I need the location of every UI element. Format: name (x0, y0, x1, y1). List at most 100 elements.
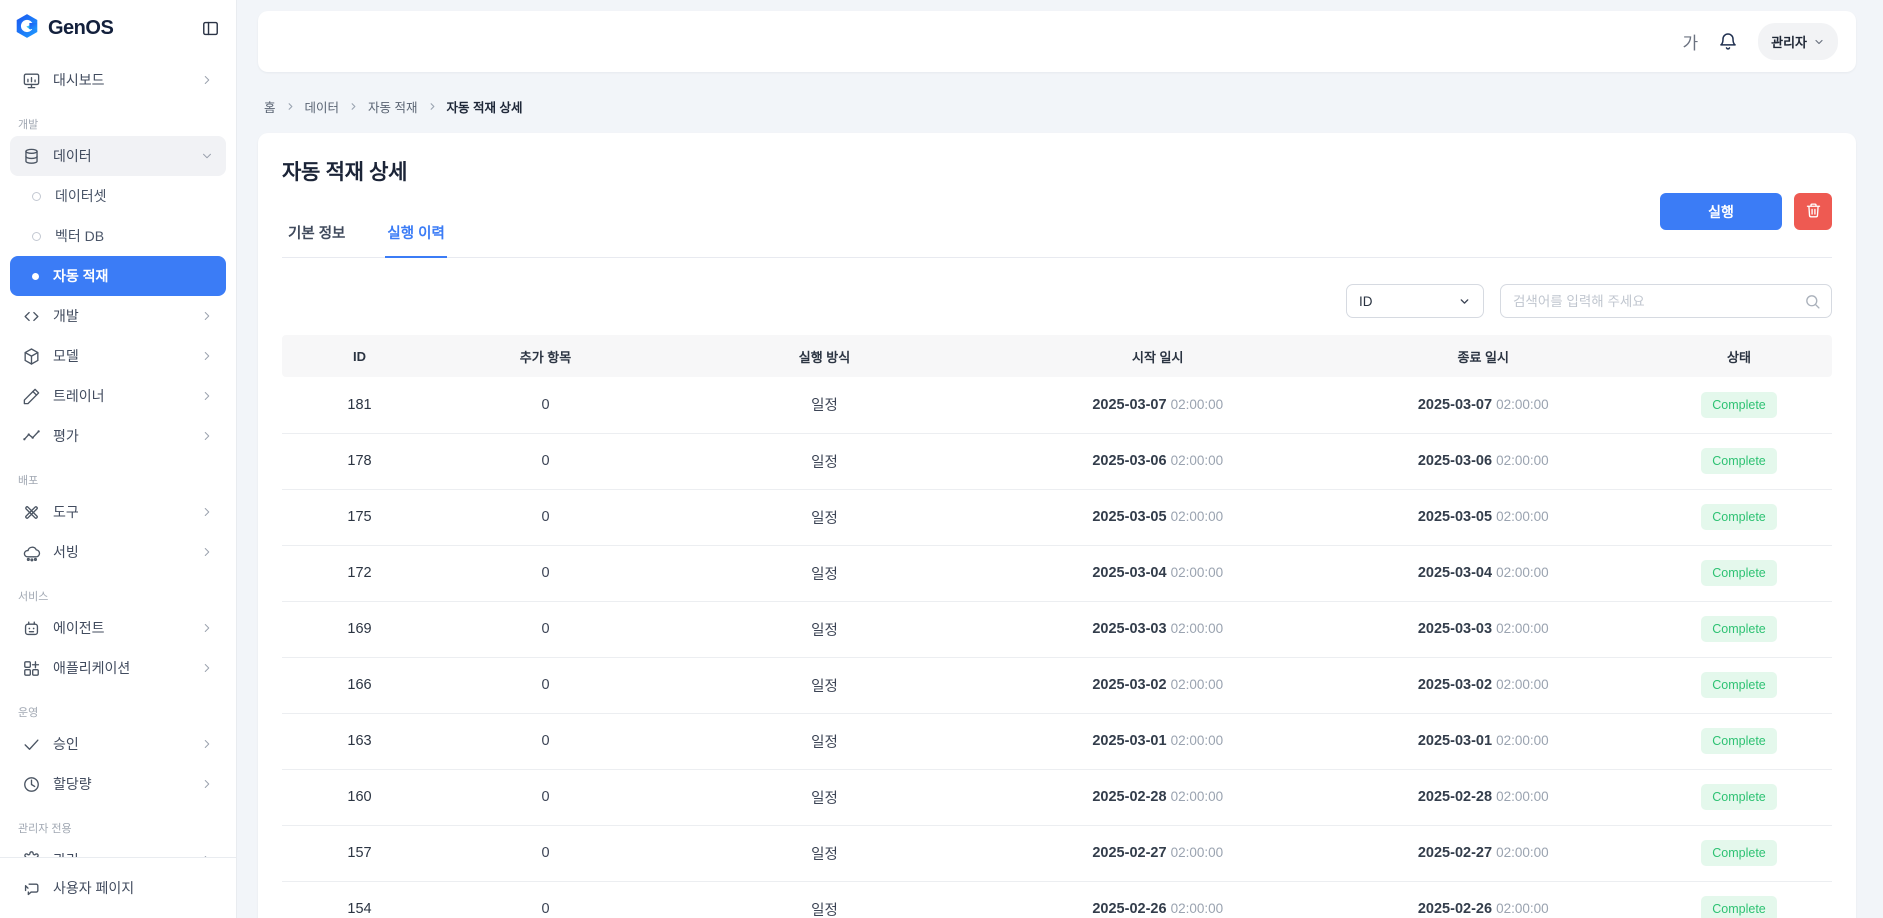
sidebar-item-label: 대시보드 (53, 70, 188, 90)
genos-logo-icon (14, 12, 40, 45)
sidebar-subitem-자동 적재[interactable]: 자동 적재 (10, 256, 226, 296)
sidebar-item-할당량[interactable]: 할당량 (10, 764, 226, 804)
table-row[interactable]: 166 0 일정 2025-03-02 02:00:00 2025-03-02 … (282, 657, 1832, 713)
chevron-right-icon (200, 429, 214, 443)
sidebar-item-label: 개발 (53, 306, 188, 326)
status-badge: Complete (1701, 840, 1777, 866)
sidebar-subitem-벡터 DB[interactable]: 벡터 DB (10, 216, 226, 256)
column-header: 시작 일시 (995, 335, 1321, 377)
breadcrumb-item[interactable]: 데이터 (305, 97, 340, 116)
sidebar-item-label: 승인 (53, 734, 188, 754)
cell-added-items: 0 (437, 377, 654, 433)
bullet-icon (32, 232, 41, 241)
serving-icon (22, 543, 41, 562)
table-row[interactable]: 175 0 일정 2025-03-05 02:00:00 2025-03-05 … (282, 489, 1832, 545)
cell-start-datetime: 2025-02-27 02:00:00 (995, 825, 1321, 881)
tab-기본 정보[interactable]: 기본 정보 (286, 210, 347, 258)
cell-method: 일정 (654, 769, 995, 825)
sidebar-item-애플리케이션[interactable]: 애플리케이션 (10, 648, 226, 688)
sidebar-item-대시보드[interactable]: 대시보드 (10, 60, 226, 100)
column-header: 상태 (1646, 335, 1832, 377)
cell-end-datetime: 2025-02-28 02:00:00 (1321, 769, 1647, 825)
table-row[interactable]: 169 0 일정 2025-03-03 02:00:00 2025-03-03 … (282, 601, 1832, 657)
cell-method: 일정 (654, 825, 995, 881)
page-title: 자동 적재 상세 (282, 156, 1832, 186)
table-row[interactable]: 181 0 일정 2025-03-07 02:00:00 2025-03-07 … (282, 377, 1832, 433)
sidebar-header: GenOS (0, 0, 236, 56)
table-row[interactable]: 160 0 일정 2025-02-28 02:00:00 2025-02-28 … (282, 769, 1832, 825)
table-row[interactable]: 157 0 일정 2025-02-27 02:00:00 2025-02-27 … (282, 825, 1832, 881)
sidebar-item-label: 데이터 (53, 146, 188, 166)
cell-start-datetime: 2025-03-04 02:00:00 (995, 545, 1321, 601)
sidebar-item-서빙[interactable]: 서빙 (10, 532, 226, 572)
sidebar-item-도구[interactable]: 도구 (10, 492, 226, 532)
cell-status: Complete (1646, 377, 1832, 433)
cell-status: Complete (1646, 713, 1832, 769)
table-row[interactable]: 178 0 일정 2025-03-06 02:00:00 2025-03-06 … (282, 433, 1832, 489)
cell-status: Complete (1646, 489, 1832, 545)
genos-logo[interactable]: GenOS (14, 12, 113, 45)
trainer-icon (22, 387, 41, 406)
sidebar-subitem-데이터셋[interactable]: 데이터셋 (10, 176, 226, 216)
bullet-icon (32, 273, 39, 280)
status-badge: Complete (1701, 616, 1777, 642)
sidebar-section-label: 운영 (10, 688, 226, 724)
sidebar-item-user-page[interactable]: 사용자 페이지 (10, 868, 226, 908)
sidebar-section-label: 개발 (10, 100, 226, 136)
sidebar-item-모델[interactable]: 모델 (10, 336, 226, 376)
breadcrumb: 홈 데이터 자동 적재 자동 적재 상세 (264, 97, 522, 116)
status-badge: Complete (1701, 392, 1777, 418)
cell-method: 일정 (654, 433, 995, 489)
delete-button[interactable] (1794, 193, 1832, 230)
sidebar-section-label: 서비스 (10, 572, 226, 608)
search-input[interactable] (1513, 294, 1804, 309)
top-header-bar: 가 관리자 (258, 11, 1856, 72)
cell-id: 178 (282, 433, 437, 489)
table-row[interactable]: 154 0 일정 2025-02-26 02:00:00 2025-02-26 … (282, 881, 1832, 918)
sidebar-item-승인[interactable]: 승인 (10, 724, 226, 764)
application-icon (22, 659, 41, 678)
sidebar-item-트레이너[interactable]: 트레이너 (10, 376, 226, 416)
cell-method: 일정 (654, 489, 995, 545)
cell-start-datetime: 2025-03-07 02:00:00 (995, 377, 1321, 433)
chevron-right-icon (200, 505, 214, 519)
tab-실행 이력[interactable]: 실행 이력 (385, 210, 446, 258)
code-icon (22, 307, 41, 326)
sidebar-subitem-label: 데이터셋 (55, 186, 107, 206)
chevron-right-icon (200, 545, 214, 559)
status-badge: Complete (1701, 784, 1777, 810)
run-button[interactable]: 실행 (1660, 193, 1782, 230)
notification-bell-icon[interactable] (1718, 31, 1738, 52)
sidebar-item-에이전트[interactable]: 에이전트 (10, 608, 226, 648)
sidebar-item-데이터[interactable]: 데이터 (10, 136, 226, 176)
filter-row: ID (282, 284, 1832, 318)
sidebar-item-label: 에이전트 (53, 618, 188, 638)
cell-start-datetime: 2025-02-26 02:00:00 (995, 881, 1321, 918)
breadcrumb-item[interactable]: 자동 적재 (368, 97, 417, 116)
approval-icon (22, 735, 41, 754)
genos-app: GenOS 대시보드개발데이터데이터셋벡터 DB자동 적재개발모델트레이너평가배… (0, 0, 1883, 918)
user-menu-button[interactable]: 관리자 (1758, 23, 1838, 60)
column-header: 종료 일시 (1321, 335, 1647, 377)
sidebar-item-평가[interactable]: 평가 (10, 416, 226, 456)
breadcrumb-separator-icon (285, 101, 296, 112)
agent-icon (22, 619, 41, 638)
cell-added-items: 0 (437, 489, 654, 545)
sidebar-item-개발[interactable]: 개발 (10, 296, 226, 336)
table-row[interactable]: 163 0 일정 2025-03-01 02:00:00 2025-03-01 … (282, 713, 1832, 769)
table-header-row: ID추가 항목실행 방식시작 일시종료 일시상태 (282, 335, 1832, 377)
status-badge: Complete (1701, 896, 1777, 918)
cell-status: Complete (1646, 825, 1832, 881)
font-size-button[interactable]: 가 (1682, 29, 1698, 54)
sidebar-item-관리[interactable]: 관리 (10, 840, 226, 857)
search-icon[interactable] (1804, 293, 1821, 310)
main-area: 가 관리자 홈데이터자동 적재자동 적재 상세 자동 적재 상세 실행 (237, 0, 1883, 918)
table-row[interactable]: 172 0 일정 2025-03-04 02:00:00 2025-03-04 … (282, 545, 1832, 601)
chevron-right-icon (200, 777, 214, 791)
breadcrumb-item[interactable]: 홈 (264, 97, 276, 116)
cell-id: 160 (282, 769, 437, 825)
cell-added-items: 0 (437, 881, 654, 918)
sidebar-collapse-icon[interactable] (201, 19, 220, 38)
search-field-select[interactable]: ID (1346, 284, 1484, 318)
breadcrumb-current: 자동 적재 상세 (447, 97, 523, 116)
